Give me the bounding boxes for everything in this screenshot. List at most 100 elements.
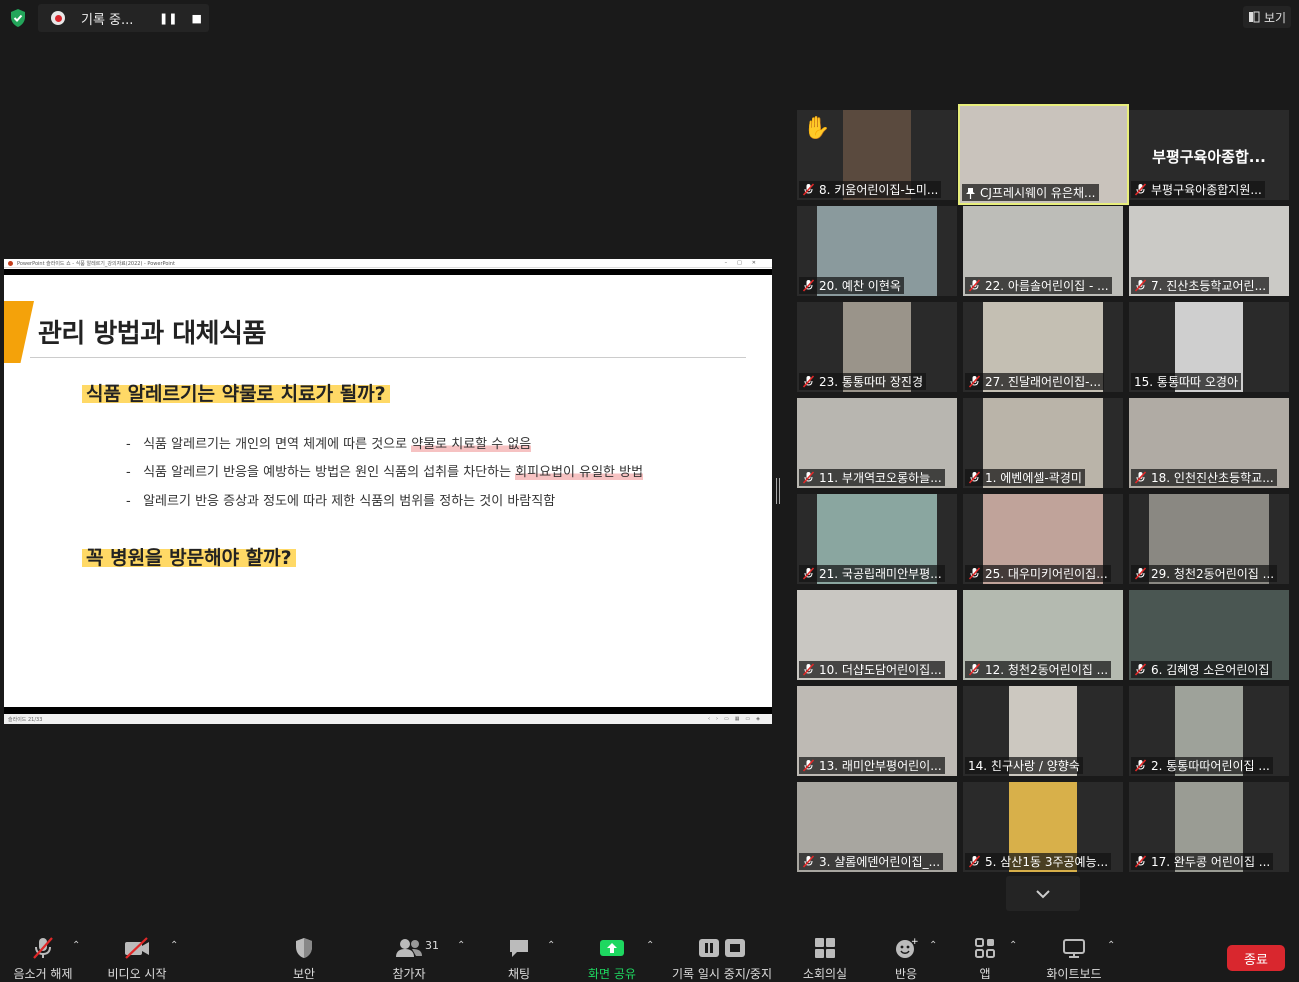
participant-name-label: 23. 통통따따 장진경 xyxy=(799,373,926,390)
apps-caret-icon[interactable]: ⌃ xyxy=(1009,940,1017,951)
end-meeting-button[interactable]: 종료 xyxy=(1227,945,1285,971)
participants-button[interactable]: 참가자 xyxy=(384,928,434,982)
participant-tile[interactable]: 17. 완두콩 어린이집 ... xyxy=(1129,782,1289,872)
participants-label: 참가자 xyxy=(392,967,426,981)
participant-tile[interactable]: 22. 아름솔어린이집 - ... xyxy=(963,206,1123,296)
apps-label: 앱 xyxy=(979,967,991,981)
share-screen-caret-icon[interactable]: ⌃ xyxy=(646,940,654,951)
participant-name-text: 부평구육아종합지원... xyxy=(1151,183,1262,197)
participant-name-label: 17. 완두콩 어린이집 ... xyxy=(1131,853,1274,870)
participant-name-text: 13. 래미안부평어린이... xyxy=(819,759,942,773)
pin-icon xyxy=(966,187,975,199)
participant-name-text: 27. 진달래어린이집-... xyxy=(985,375,1101,389)
participant-tile[interactable]: ✋ 8. 키움어린이집-노미... xyxy=(797,110,957,200)
panel-splitter-handle[interactable] xyxy=(776,478,780,504)
microphone-muted-icon xyxy=(29,934,57,962)
participants-count: 31 xyxy=(425,939,439,952)
reactions-label: 반응 xyxy=(894,967,918,981)
participant-tile[interactable]: 14. 친구사랑 / 양향숙 xyxy=(963,686,1123,776)
share-screen-label: 화면 공유 xyxy=(588,967,636,981)
shield-icon xyxy=(290,934,318,962)
participant-name-text: 15. 통통따따 오경아 xyxy=(1134,375,1238,389)
pause-recording-button[interactable]: ❚❚ xyxy=(159,12,177,25)
participant-tile[interactable]: 10. 더샵도담어린이집... xyxy=(797,590,957,680)
participant-tile[interactable]: CJ프레시웨이 유은채... xyxy=(958,104,1129,205)
participant-tile[interactable]: 15. 통통따따 오경아 xyxy=(1129,302,1289,392)
breakout-rooms-button[interactable]: 소회의실 xyxy=(798,928,852,982)
breakout-rooms-icon xyxy=(811,934,839,962)
whiteboard-icon xyxy=(1060,934,1088,962)
start-video-button[interactable]: 비디오 시작 xyxy=(104,928,170,982)
participant-tile[interactable]: 7. 진산초등학교어린... xyxy=(1129,206,1289,296)
chat-caret-icon[interactable]: ⌃ xyxy=(547,940,555,951)
participant-tile[interactable]: 3. 샬롬에덴어린이집_... xyxy=(797,782,957,872)
pause-stop-recording-button[interactable]: 기록 일시 중지/중지 xyxy=(666,928,778,982)
apps-icon xyxy=(971,934,999,962)
audio-options-caret-icon[interactable]: ⌃ xyxy=(72,940,80,951)
slide-bullet: - 식품 알레르기 반응을 예방하는 방법은 원인 식품의 섭취를 차단하는 회… xyxy=(126,465,644,480)
microphone-muted-icon xyxy=(1134,183,1147,196)
slide-bullet: - 알레르기 반응 증상과 정도에 따라 제한 식품의 범위를 정하는 것이 바… xyxy=(126,494,556,509)
participant-tile[interactable]: 13. 래미안부평어린이... xyxy=(797,686,957,776)
participant-tile[interactable]: 27. 진달래어린이집-... xyxy=(963,302,1123,392)
participant-tile[interactable]: 23. 통통따따 장진경 xyxy=(797,302,957,392)
unmute-button[interactable]: 음소거 해제 xyxy=(10,928,76,982)
microphone-muted-icon xyxy=(968,471,981,484)
microphone-muted-icon xyxy=(802,471,815,484)
participant-name-label: 14. 친구사랑 / 양향숙 xyxy=(965,757,1083,774)
participant-tile[interactable]: 2. 통통따따어린이집 ... xyxy=(1129,686,1289,776)
whiteboard-button[interactable]: 화이트보드 xyxy=(1042,928,1106,982)
participant-tile[interactable]: 6. 김혜영 소은어린이집 xyxy=(1129,590,1289,680)
apps-button[interactable]: 앱 xyxy=(968,928,1002,982)
chat-icon xyxy=(505,934,533,962)
view-button[interactable]: 보기 xyxy=(1243,6,1291,28)
slide-frame: 관리 방법과 대체식품 식품 알레르기는 약물로 치료가 될까? - 식품 알레… xyxy=(4,269,772,714)
participant-name-text: CJ프레시웨이 유은채... xyxy=(980,186,1096,200)
participant-tile[interactable]: 18. 인천진산초등학교... xyxy=(1129,398,1289,488)
security-label: 보안 xyxy=(292,967,316,981)
participant-name-label: 1. 에벤에셀-곽경미 xyxy=(965,469,1085,486)
shared-screen: PowerPoint 슬라이드 쇼 - 식품 알레르기_강의자료(2022) -… xyxy=(4,259,772,724)
microphone-muted-icon xyxy=(802,663,815,676)
whiteboard-caret-icon[interactable]: ⌃ xyxy=(1107,940,1115,951)
security-shield-icon xyxy=(11,9,25,27)
reactions-smiley-icon: + xyxy=(892,934,920,962)
video-options-caret-icon[interactable]: ⌃ xyxy=(170,940,178,951)
participant-name-label: 22. 아름솔어린이집 - ... xyxy=(965,277,1112,294)
share-screen-button[interactable]: 화면 공유 xyxy=(584,928,640,982)
window-controls: –□✕ xyxy=(724,260,766,266)
reactions-caret-icon[interactable]: ⌃ xyxy=(929,940,937,951)
powerpoint-statusbar: 슬라이드 21/33 ‹›▭▦▭◈ xyxy=(4,714,772,724)
slide-bullet: - 식품 알레르기는 개인의 면역 체계에 따른 것으로 약물로 치료할 수 없… xyxy=(126,437,532,452)
reactions-button[interactable]: + 반응 xyxy=(886,928,926,982)
participant-tile[interactable]: 21. 국공립래미안부평... xyxy=(797,494,957,584)
participant-name-text: 17. 완두콩 어린이집 ... xyxy=(1151,855,1271,869)
participant-tile[interactable]: 25. 대우미키어린이집... xyxy=(963,494,1123,584)
participant-name-text: 6. 김혜영 소은어린이집 xyxy=(1151,663,1270,677)
recording-dot-icon xyxy=(51,11,65,25)
participant-name-text: 20. 예찬 이현옥 xyxy=(819,279,901,293)
gallery-next-page-button[interactable] xyxy=(1006,876,1080,911)
participant-tile[interactable]: 1. 에벤에셀-곽경미 xyxy=(963,398,1123,488)
participant-tile[interactable]: 5. 삼산1동 3주공예능... xyxy=(963,782,1123,872)
microphone-muted-icon xyxy=(802,759,815,772)
slide-divider xyxy=(30,357,746,358)
participant-tile[interactable]: 부평구육아종합... 부평구육아종합지원... xyxy=(1129,110,1289,200)
chat-button[interactable]: 채팅 xyxy=(496,928,542,982)
participant-tile[interactable]: 11. 부개역코오롱하늘... xyxy=(797,398,957,488)
participant-tile[interactable]: 12. 청천2동어린이집 ... xyxy=(963,590,1123,680)
participant-tile[interactable]: 29. 청천2동어린이집 ... xyxy=(1129,494,1289,584)
participant-name-label: 3. 샬롬에덴어린이집_... xyxy=(799,853,944,870)
participant-name-text: 11. 부개역코오롱하늘... xyxy=(819,471,942,485)
participant-tile[interactable]: 20. 예찬 이현옥 xyxy=(797,206,957,296)
microphone-muted-icon xyxy=(968,855,981,868)
slide-counter: 슬라이드 21/33 xyxy=(8,716,43,723)
whiteboard-label: 화이트보드 xyxy=(1046,967,1102,981)
participant-name-label: 6. 김혜영 소은어린이집 xyxy=(1131,661,1273,678)
stop-recording-button[interactable]: ■ xyxy=(191,12,201,25)
view-button-label: 보기 xyxy=(1263,10,1287,25)
slide-accent-shape xyxy=(4,301,34,363)
participant-name-placeholder: 부평구육아종합... xyxy=(1152,148,1266,166)
security-button[interactable]: 보안 xyxy=(280,928,328,982)
participants-caret-icon[interactable]: ⌃ xyxy=(457,940,465,951)
